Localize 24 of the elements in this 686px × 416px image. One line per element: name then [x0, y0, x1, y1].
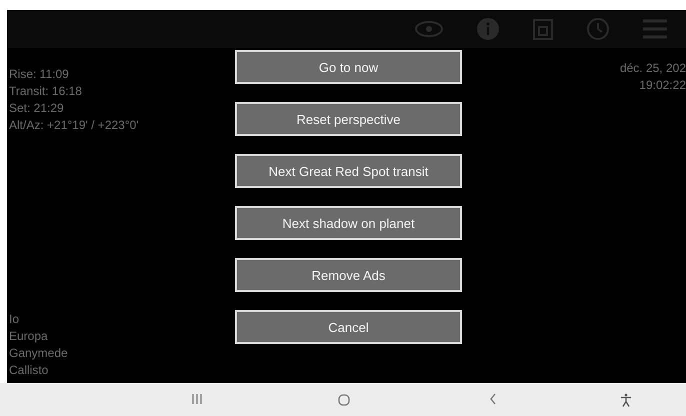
menu-option-button[interactable]: Next shadow on planet: [235, 206, 462, 240]
home-icon: [337, 393, 351, 407]
menu-option-button[interactable]: Cancel: [235, 310, 462, 344]
clock-icon[interactable]: [586, 17, 610, 41]
date-text: déc. 25, 202: [620, 60, 686, 77]
eye-icon[interactable]: [414, 20, 444, 38]
menu-option-button[interactable]: Reset perspective: [235, 102, 462, 136]
menu-option-button[interactable]: Remove Ads: [235, 258, 462, 292]
info-text: Set: 21:29: [9, 100, 65, 117]
moon-label: Ganymede: [9, 345, 69, 362]
moon-label: Europa: [9, 328, 49, 345]
info-text: Rise: 11:09: [9, 66, 70, 83]
menu-option-button[interactable]: Go to now: [235, 50, 462, 84]
recents-icon: [190, 393, 204, 405]
moon-label: Io: [9, 311, 20, 328]
time-text: 19:02:22: [639, 77, 686, 94]
moon-label: Callisto: [9, 362, 50, 379]
back-icon: [488, 393, 498, 405]
accessibility-icon: [620, 393, 632, 407]
info-text: Transit: 16:18: [9, 83, 83, 100]
info-text: Alt/Az: +21°19' / +223°0': [9, 117, 139, 134]
info-icon[interactable]: [476, 17, 500, 41]
menu-option-button[interactable]: Next Great Red Spot transit: [235, 154, 462, 188]
menu-icon[interactable]: [642, 18, 668, 40]
